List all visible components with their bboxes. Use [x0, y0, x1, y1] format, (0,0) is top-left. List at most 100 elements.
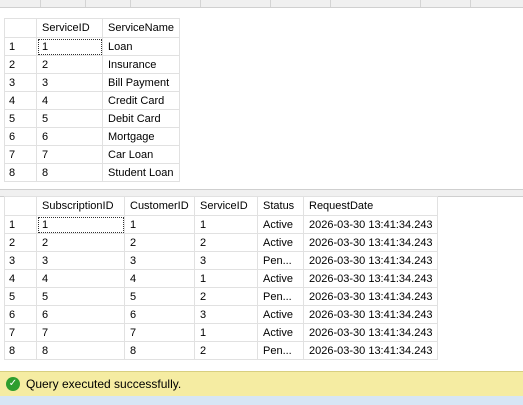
grid-cell[interactable]: Loan — [102, 37, 180, 56]
grid-cell[interactable]: Car Loan — [102, 145, 180, 164]
grid-cell[interactable]: 2 — [36, 55, 103, 74]
table-row[interactable]: 2 2 2 2 Active 2026-03-30 13:41:34.243 — [4, 233, 438, 252]
grid-cell[interactable]: 5 — [36, 287, 125, 306]
grid-cell[interactable]: Student Loan — [102, 163, 180, 182]
column-header[interactable]: RequestDate — [303, 196, 438, 216]
grid-cell[interactable]: Active — [257, 215, 304, 234]
row-number[interactable]: 6 — [4, 305, 37, 324]
table-row[interactable]: 8 8 8 2 Pen... 2026-03-30 13:41:34.243 — [4, 341, 438, 360]
results-grid-subscriptions[interactable]: SubscriptionID CustomerID ServiceID Status R… — [0, 196, 523, 368]
grid-cell[interactable]: 7 — [36, 323, 125, 342]
row-number[interactable]: 6 — [4, 127, 37, 146]
row-number[interactable]: 2 — [4, 233, 37, 252]
grid-cell[interactable]: Active — [257, 233, 304, 252]
grid-cell[interactable]: 2026-03-30 13:41:34.243 — [303, 269, 438, 288]
column-header[interactable]: ServiceName — [102, 18, 180, 38]
row-number[interactable]: 1 — [4, 215, 37, 234]
grid-cell[interactable]: 1 — [194, 215, 258, 234]
table-row[interactable]: 7 7 Car Loan — [4, 145, 180, 164]
grid-cell[interactable]: Active — [257, 323, 304, 342]
grid-cell[interactable]: 1 — [36, 215, 125, 234]
column-header[interactable]: ServiceID — [194, 196, 258, 216]
grid-cell[interactable]: Debit Card — [102, 109, 180, 128]
grid-cell[interactable]: 6 — [36, 127, 103, 146]
grid-cell[interactable]: 2026-03-30 13:41:34.243 — [303, 233, 438, 252]
grid-cell[interactable]: 2026-03-30 13:41:34.243 — [303, 287, 438, 306]
grid-cell[interactable]: Insurance — [102, 55, 180, 74]
grid-cell[interactable]: 1 — [124, 215, 195, 234]
table-row[interactable]: 4 4 Credit Card — [4, 91, 180, 110]
grid-cell[interactable]: 2026-03-30 13:41:34.243 — [303, 341, 438, 360]
grid-cell[interactable]: 2 — [124, 233, 195, 252]
grid-cell[interactable]: Active — [257, 305, 304, 324]
grid-cell[interactable]: 2 — [36, 233, 125, 252]
grid-cell[interactable]: 2 — [194, 287, 258, 306]
row-number[interactable]: 4 — [4, 91, 37, 110]
table-row[interactable]: 4 4 4 1 Active 2026-03-30 13:41:34.243 — [4, 269, 438, 288]
table-row[interactable]: 2 2 Insurance — [4, 55, 180, 74]
row-number[interactable]: 8 — [4, 163, 37, 182]
table-row[interactable]: 7 7 7 1 Active 2026-03-30 13:41:34.243 — [4, 323, 438, 342]
grid-cell[interactable]: 6 — [36, 305, 125, 324]
table-row[interactable]: 6 6 Mortgage — [4, 127, 180, 146]
grid-cell[interactable]: Pen... — [257, 251, 304, 270]
grid-cell[interactable]: 2 — [194, 233, 258, 252]
row-number[interactable]: 3 — [4, 73, 37, 92]
table-row[interactable]: 3 3 3 3 Pen... 2026-03-30 13:41:34.243 — [4, 251, 438, 270]
grid-cell[interactable]: 3 — [194, 305, 258, 324]
row-number[interactable]: 7 — [4, 323, 37, 342]
services-table[interactable]: ServiceID ServiceName 1 1 Loan 2 2 Insurance 3 3… — [4, 18, 180, 182]
table-row[interactable]: 3 3 Bill Payment — [4, 73, 180, 92]
row-number[interactable]: 3 — [4, 251, 37, 270]
grid-cell[interactable]: Bill Payment — [102, 73, 180, 92]
grid-cell[interactable]: 4 — [36, 269, 125, 288]
table-row[interactable]: 8 8 Student Loan — [4, 163, 180, 182]
grid-cell[interactable]: 1 — [36, 37, 103, 56]
grid-cell[interactable]: 5 — [36, 109, 103, 128]
grid-cell[interactable]: 1 — [194, 323, 258, 342]
grid-cell[interactable]: 5 — [124, 287, 195, 306]
grid-cell[interactable]: Mortgage — [102, 127, 180, 146]
row-number[interactable]: 1 — [4, 37, 37, 56]
grid-cell[interactable]: 3 — [36, 251, 125, 270]
subscriptions-table[interactable]: SubscriptionID CustomerID ServiceID Status R… — [4, 196, 438, 360]
table-row[interactable]: 5 5 5 2 Pen... 2026-03-30 13:41:34.243 — [4, 287, 438, 306]
column-header[interactable]: SubscriptionID — [36, 196, 125, 216]
column-header[interactable]: ServiceID — [36, 18, 103, 38]
grid-cell[interactable]: 2026-03-30 13:41:34.243 — [303, 215, 438, 234]
column-header[interactable]: CustomerID — [124, 196, 195, 216]
row-number-header[interactable] — [4, 196, 37, 216]
grid-cell[interactable]: 3 — [124, 251, 195, 270]
grid-cell[interactable]: Credit Card — [102, 91, 180, 110]
table-row[interactable]: 6 6 6 3 Active 2026-03-30 13:41:34.243 — [4, 305, 438, 324]
grid-cell[interactable]: 2 — [194, 341, 258, 360]
grid-cell[interactable]: 6 — [124, 305, 195, 324]
row-number[interactable]: 5 — [4, 109, 37, 128]
row-number-header[interactable] — [4, 18, 37, 38]
row-number[interactable]: 5 — [4, 287, 37, 306]
grid-cell[interactable]: 8 — [124, 341, 195, 360]
grid-cell[interactable]: 3 — [194, 251, 258, 270]
row-number[interactable]: 8 — [4, 341, 37, 360]
grid-cell[interactable]: 7 — [124, 323, 195, 342]
grid-cell[interactable]: 4 — [36, 91, 103, 110]
grid-cell[interactable]: 4 — [124, 269, 195, 288]
row-number[interactable]: 7 — [4, 145, 37, 164]
row-number[interactable]: 4 — [4, 269, 37, 288]
grid-cell[interactable]: Pen... — [257, 341, 304, 360]
grid-cell[interactable]: 2026-03-30 13:41:34.243 — [303, 305, 438, 324]
grid-cell[interactable]: 8 — [36, 163, 103, 182]
grid-cell[interactable]: 3 — [36, 73, 103, 92]
grid-cell[interactable]: Active — [257, 269, 304, 288]
grid-cell[interactable]: 7 — [36, 145, 103, 164]
grid-cell[interactable]: 2026-03-30 13:41:34.243 — [303, 251, 438, 270]
results-grid-services[interactable]: ServiceID ServiceName 1 1 Loan 2 2 Insurance 3 3… — [0, 18, 523, 190]
table-row[interactable]: 1 1 Loan — [4, 37, 180, 56]
grid-cell[interactable]: 2026-03-30 13:41:34.243 — [303, 323, 438, 342]
table-row[interactable]: 5 5 Debit Card — [4, 109, 180, 128]
grid-cell[interactable]: Pen... — [257, 287, 304, 306]
column-header[interactable]: Status — [257, 196, 304, 216]
row-number[interactable]: 2 — [4, 55, 37, 74]
grid-cell[interactable]: 8 — [36, 341, 125, 360]
grid-cell[interactable]: 1 — [194, 269, 258, 288]
